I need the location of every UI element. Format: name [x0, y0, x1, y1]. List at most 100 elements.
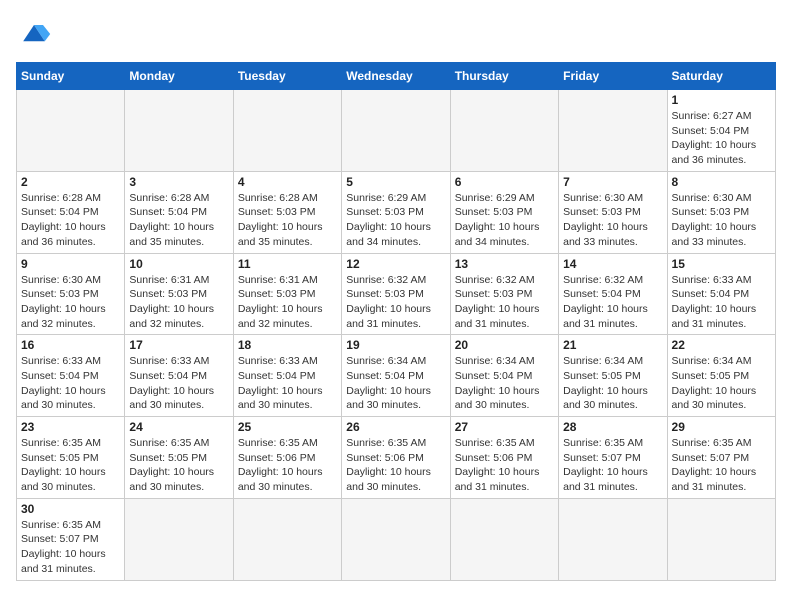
- calendar-cell: 16 Sunrise: 6:33 AM Sunset: 5:04 PM Dayli…: [17, 335, 125, 417]
- day-info: Sunrise: 6:33 AM Sunset: 5:04 PM Dayligh…: [129, 354, 228, 413]
- day-info: Sunrise: 6:35 AM Sunset: 5:07 PM Dayligh…: [563, 436, 662, 495]
- calendar-cell: [559, 90, 667, 172]
- day-number: 2: [21, 175, 120, 189]
- day-info: Sunrise: 6:33 AM Sunset: 5:04 PM Dayligh…: [672, 273, 771, 332]
- calendar-week-row: 9 Sunrise: 6:30 AM Sunset: 5:03 PM Daylig…: [17, 253, 776, 335]
- calendar-cell: 27Sunrise: 6:35 AM Sunset: 5:06 PM Dayli…: [450, 417, 558, 499]
- day-number: 29: [672, 420, 771, 434]
- calendar-cell: 22 Sunrise: 6:34 AM Sunset: 5:05 PM Dayli…: [667, 335, 775, 417]
- day-info: Sunrise: 6:35 AM Sunset: 5:06 PM Dayligh…: [238, 436, 337, 495]
- weekday-header-saturday: Saturday: [667, 63, 775, 90]
- calendar-cell: 19Sunrise: 6:34 AM Sunset: 5:04 PM Dayli…: [342, 335, 450, 417]
- day-info: Sunrise: 6:30 AM Sunset: 5:03 PM Dayligh…: [21, 273, 120, 332]
- day-number: 6: [455, 175, 554, 189]
- calendar-cell: [450, 90, 558, 172]
- day-info: Sunrise: 6:32 AM Sunset: 5:03 PM Dayligh…: [455, 273, 554, 332]
- day-number: 13: [455, 257, 554, 271]
- calendar-week-row: 1Sunrise: 6:27 AM Sunset: 5:04 PM Daylig…: [17, 90, 776, 172]
- calendar-cell: 2Sunrise: 6:28 AM Sunset: 5:04 PM Daylig…: [17, 171, 125, 253]
- weekday-header-monday: Monday: [125, 63, 233, 90]
- day-number: 19: [346, 338, 445, 352]
- day-number: 21: [563, 338, 662, 352]
- day-number: 23: [21, 420, 120, 434]
- day-number: 20: [455, 338, 554, 352]
- calendar-cell: 9 Sunrise: 6:30 AM Sunset: 5:03 PM Daylig…: [17, 253, 125, 335]
- logo: [16, 16, 58, 52]
- day-number: 12: [346, 257, 445, 271]
- weekday-header-tuesday: Tuesday: [233, 63, 341, 90]
- calendar-cell: 12 Sunrise: 6:32 AM Sunset: 5:03 PM Dayli…: [342, 253, 450, 335]
- day-info: Sunrise: 6:27 AM Sunset: 5:04 PM Dayligh…: [672, 109, 771, 168]
- day-info: Sunrise: 6:35 AM Sunset: 5:06 PM Dayligh…: [346, 436, 445, 495]
- day-number: 28: [563, 420, 662, 434]
- calendar-cell: 11Sunrise: 6:31 AM Sunset: 5:03 PM Dayli…: [233, 253, 341, 335]
- day-number: 7: [563, 175, 662, 189]
- calendar-cell: 4 Sunrise: 6:28 AM Sunset: 5:03 PM Daylig…: [233, 171, 341, 253]
- day-info: Sunrise: 6:34 AM Sunset: 5:04 PM Dayligh…: [455, 354, 554, 413]
- calendar-cell: 15 Sunrise: 6:33 AM Sunset: 5:04 PM Dayli…: [667, 253, 775, 335]
- calendar-week-row: 23 Sunrise: 6:35 AM Sunset: 5:05 PM Dayli…: [17, 417, 776, 499]
- calendar-cell: 29 Sunrise: 6:35 AM Sunset: 5:07 PM Dayli…: [667, 417, 775, 499]
- day-number: 15: [672, 257, 771, 271]
- day-info: Sunrise: 6:35 AM Sunset: 5:07 PM Dayligh…: [672, 436, 771, 495]
- day-info: Sunrise: 6:34 AM Sunset: 5:05 PM Dayligh…: [672, 354, 771, 413]
- calendar-week-row: 16 Sunrise: 6:33 AM Sunset: 5:04 PM Dayli…: [17, 335, 776, 417]
- calendar-cell: 25 Sunrise: 6:35 AM Sunset: 5:06 PM Dayli…: [233, 417, 341, 499]
- calendar-cell: [342, 90, 450, 172]
- calendar-cell: [667, 498, 775, 580]
- day-info: Sunrise: 6:33 AM Sunset: 5:04 PM Dayligh…: [238, 354, 337, 413]
- day-number: 27: [455, 420, 554, 434]
- calendar-cell: 28 Sunrise: 6:35 AM Sunset: 5:07 PM Dayli…: [559, 417, 667, 499]
- weekday-header-friday: Friday: [559, 63, 667, 90]
- day-info: Sunrise: 6:30 AM Sunset: 5:03 PM Dayligh…: [672, 191, 771, 250]
- day-info: Sunrise: 6:28 AM Sunset: 5:03 PM Dayligh…: [238, 191, 337, 250]
- calendar: SundayMondayTuesdayWednesdayThursdayFrid…: [16, 62, 776, 581]
- weekday-header-wednesday: Wednesday: [342, 63, 450, 90]
- day-number: 5: [346, 175, 445, 189]
- calendar-cell: 23 Sunrise: 6:35 AM Sunset: 5:05 PM Dayli…: [17, 417, 125, 499]
- calendar-cell: [125, 498, 233, 580]
- day-number: 24: [129, 420, 228, 434]
- day-number: 14: [563, 257, 662, 271]
- day-number: 11: [238, 257, 337, 271]
- calendar-week-row: 2 Sunrise: 6:28 AM Sunset: 5:04 PM Daylig…: [17, 171, 776, 253]
- day-number: 30: [21, 502, 120, 516]
- day-info: Sunrise: 6:35 AM Sunset: 5:05 PM Dayligh…: [21, 436, 120, 495]
- day-info: Sunrise: 6:28 AM Sunset: 5:04 PM Dayligh…: [129, 191, 228, 250]
- day-number: 22: [672, 338, 771, 352]
- day-number: 10: [129, 257, 228, 271]
- calendar-cell: 3 Sunrise: 6:28 AM Sunset: 5:04 PM Daylig…: [125, 171, 233, 253]
- calendar-cell: 6 Sunrise: 6:29 AM Sunset: 5:03 PM Daylig…: [450, 171, 558, 253]
- day-number: 16: [21, 338, 120, 352]
- day-number: 26: [346, 420, 445, 434]
- day-number: 3: [129, 175, 228, 189]
- calendar-cell: 20 Sunrise: 6:34 AM Sunset: 5:04 PM Dayli…: [450, 335, 558, 417]
- day-number: 18: [238, 338, 337, 352]
- day-info: Sunrise: 6:35 AM Sunset: 5:07 PM Dayligh…: [21, 518, 120, 577]
- calendar-cell: [233, 90, 341, 172]
- day-info: Sunrise: 6:33 AM Sunset: 5:04 PM Dayligh…: [21, 354, 120, 413]
- weekday-header-sunday: Sunday: [17, 63, 125, 90]
- calendar-cell: 14 Sunrise: 6:32 AM Sunset: 5:04 PM Dayli…: [559, 253, 667, 335]
- day-number: 8: [672, 175, 771, 189]
- calendar-cell: [450, 498, 558, 580]
- day-info: Sunrise: 6:35 AM Sunset: 5:05 PM Dayligh…: [129, 436, 228, 495]
- day-number: 4: [238, 175, 337, 189]
- day-info: Sunrise: 6:32 AM Sunset: 5:04 PM Dayligh…: [563, 273, 662, 332]
- day-info: Sunrise: 6:31 AM Sunset: 5:03 PM Dayligh…: [129, 273, 228, 332]
- calendar-cell: 10 Sunrise: 6:31 AM Sunset: 5:03 PM Dayli…: [125, 253, 233, 335]
- day-info: Sunrise: 6:29 AM Sunset: 5:03 PM Dayligh…: [455, 191, 554, 250]
- day-number: 9: [21, 257, 120, 271]
- day-number: 25: [238, 420, 337, 434]
- calendar-cell: [559, 498, 667, 580]
- day-number: 17: [129, 338, 228, 352]
- calendar-cell: 18 Sunrise: 6:33 AM Sunset: 5:04 PM Dayli…: [233, 335, 341, 417]
- day-info: Sunrise: 6:32 AM Sunset: 5:03 PM Dayligh…: [346, 273, 445, 332]
- calendar-cell: [125, 90, 233, 172]
- calendar-cell: 17 Sunrise: 6:33 AM Sunset: 5:04 PM Dayli…: [125, 335, 233, 417]
- header: [16, 16, 776, 52]
- calendar-cell: 7Sunrise: 6:30 AM Sunset: 5:03 PM Daylig…: [559, 171, 667, 253]
- day-info: Sunrise: 6:29 AM Sunset: 5:03 PM Dayligh…: [346, 191, 445, 250]
- weekday-header-row: SundayMondayTuesdayWednesdayThursdayFrid…: [17, 63, 776, 90]
- calendar-cell: [342, 498, 450, 580]
